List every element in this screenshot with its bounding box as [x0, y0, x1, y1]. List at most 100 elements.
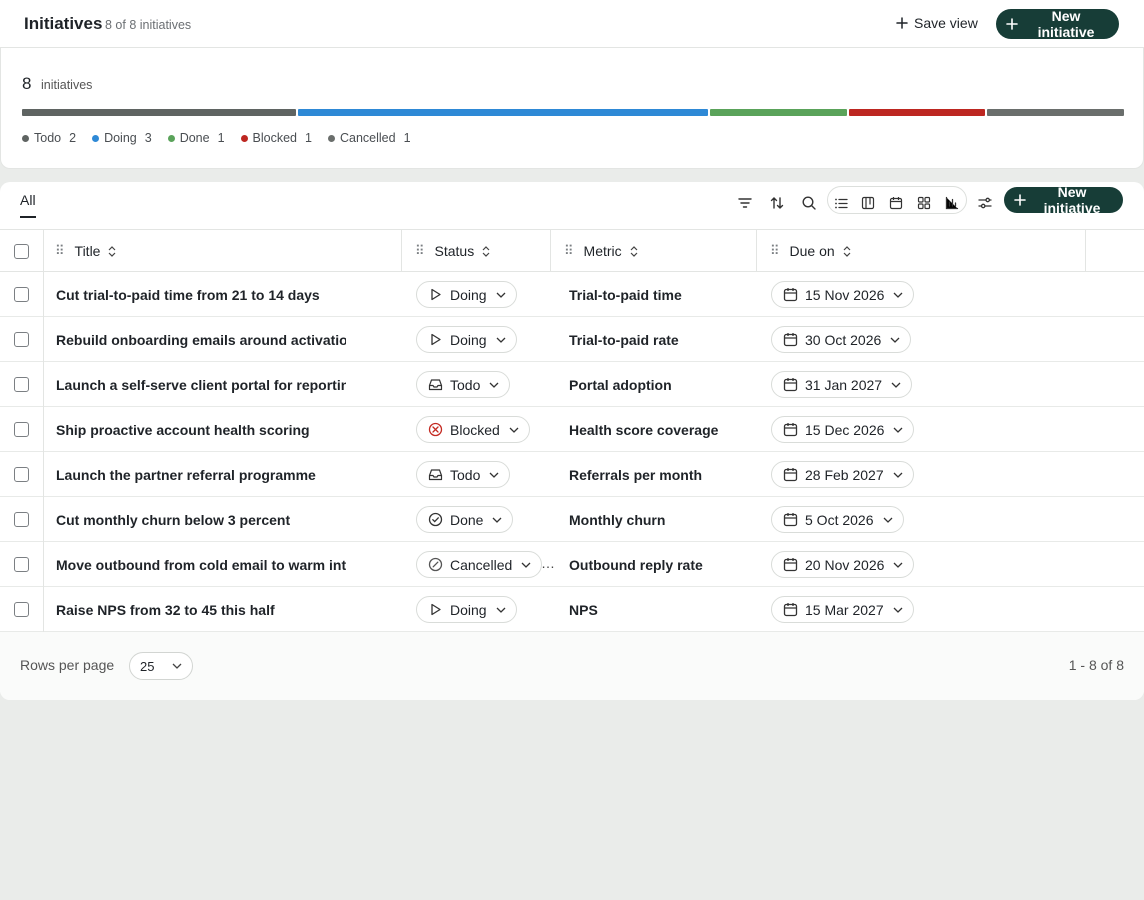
- legend-label: Doing: [104, 131, 137, 145]
- sort-toggle-icon[interactable]: [630, 245, 638, 257]
- row-checkbox[interactable]: [14, 602, 29, 617]
- chevron-down-icon: [172, 663, 182, 669]
- status-dropdown[interactable]: Doing: [416, 596, 517, 623]
- initiative-title[interactable]: Rebuild onboarding emails around activat…: [56, 317, 346, 362]
- row-select-cell: [0, 317, 44, 362]
- table-row[interactable]: Move outbound from cold email to warm in…: [0, 542, 1144, 587]
- status-dropdown[interactable]: Doing: [416, 281, 517, 308]
- column-header-metric[interactable]: ⠿ Metric: [551, 230, 757, 272]
- status-label: Cancelled: [450, 556, 513, 573]
- column-header-title[interactable]: ⠿ Title: [44, 230, 402, 272]
- table-row[interactable]: Cut trial-to-paid time from 21 to 14 day…: [0, 272, 1144, 317]
- plus-icon: [896, 17, 908, 29]
- search-icon[interactable]: [797, 191, 821, 215]
- status-dropdown[interactable]: Blocked: [416, 416, 530, 443]
- view-settings-icon[interactable]: [973, 191, 997, 215]
- play-icon: [428, 602, 443, 617]
- status-bar-segment-todo: [22, 109, 296, 116]
- due-date-picker[interactable]: 20 Nov 2026: [771, 551, 915, 578]
- chevron-down-icon: [891, 382, 901, 388]
- initiative-title[interactable]: Launch the partner referral programme: [56, 452, 346, 497]
- rows-per-page-value: 25: [140, 658, 155, 674]
- due-date-picker[interactable]: 30 Oct 2026: [771, 326, 912, 353]
- row-checkbox[interactable]: [14, 467, 29, 482]
- play-icon: [428, 287, 443, 302]
- initiative-title[interactable]: Raise NPS from 32 to 45 this half: [56, 587, 346, 632]
- rows-per-page-label: Rows per page: [20, 657, 115, 673]
- row-checkbox[interactable]: [14, 287, 29, 302]
- new-initiative-button-secondary[interactable]: New initiative: [1004, 184, 1123, 216]
- drag-handle-icon[interactable]: ⠿: [770, 243, 779, 259]
- calendar-icon: [783, 422, 798, 437]
- initiative-title[interactable]: Launch a self-serve client portal for re…: [56, 362, 346, 407]
- due-date-picker[interactable]: 15 Nov 2026: [771, 281, 915, 308]
- select-all-checkbox[interactable]: [14, 243, 29, 259]
- chart-view-icon[interactable]: [940, 191, 964, 215]
- status-dropdown[interactable]: Todo: [416, 461, 511, 488]
- legend-item-todo: Todo 2: [22, 131, 76, 145]
- status-label: Todo: [450, 376, 481, 393]
- table-row[interactable]: Raise NPS from 32 to 45 this half Doing NP…: [0, 587, 1144, 632]
- row-checkbox[interactable]: [14, 332, 29, 347]
- table-row[interactable]: Launch a self-serve client portal for re…: [0, 362, 1144, 407]
- status-dropdown[interactable]: Cancelled: [416, 551, 543, 578]
- tab-all[interactable]: All: [20, 192, 36, 218]
- calendar-icon: [783, 377, 798, 392]
- sort-toggle-icon[interactable]: [843, 245, 851, 257]
- sort-toggle-icon[interactable]: [482, 245, 490, 257]
- sort-icon[interactable]: [765, 191, 789, 215]
- legend-count: 3: [144, 131, 152, 145]
- chevron-down-icon: [521, 562, 531, 568]
- row-checkbox[interactable]: [14, 512, 29, 527]
- legend-dot-icon: [167, 134, 175, 142]
- filter-icon[interactable]: [733, 191, 757, 215]
- status-dropdown[interactable]: Done: [416, 506, 514, 533]
- row-select-cell: [0, 407, 44, 452]
- kanban-view-icon[interactable]: [856, 191, 880, 215]
- row-select-cell: [0, 542, 44, 587]
- table-header: ⠿ Title ⠿ Status ⠿ Metric ⠿ Due on: [0, 230, 1144, 272]
- table-row[interactable]: Rebuild onboarding emails around activat…: [0, 317, 1144, 362]
- check-circle-icon: [428, 512, 443, 527]
- initiative-title[interactable]: Cut trial-to-paid time from 21 to 14 day…: [56, 272, 346, 317]
- initiative-title[interactable]: Cut monthly churn below 3 percent: [56, 497, 346, 542]
- initiative-title[interactable]: Ship proactive account health scoring: [56, 407, 346, 452]
- table-row[interactable]: Ship proactive account health scoring Blo…: [0, 407, 1144, 452]
- row-checkbox[interactable]: [14, 557, 29, 572]
- due-date-picker[interactable]: 15 Mar 2027: [771, 596, 914, 623]
- table-row[interactable]: Cut monthly churn below 3 percent Done Mon…: [0, 497, 1144, 542]
- row-select-cell: [0, 272, 44, 317]
- metric-value: Health score coverage: [569, 421, 719, 438]
- due-date-picker[interactable]: 15 Dec 2026: [771, 416, 915, 443]
- due-date-picker[interactable]: 28 Feb 2027: [771, 461, 914, 488]
- save-view-button[interactable]: Save view: [886, 6, 988, 40]
- legend-label: Todo: [34, 131, 62, 145]
- row-checkbox[interactable]: [14, 377, 29, 392]
- rows-per-page-select[interactable]: 25: [129, 652, 193, 680]
- truncation-ellipsis-icon: …: [541, 555, 555, 571]
- due-date-picker[interactable]: 5 Oct 2026: [771, 506, 904, 533]
- table-row[interactable]: Launch the partner referral programme Tod…: [0, 452, 1144, 497]
- drag-handle-icon[interactable]: ⠿: [415, 243, 424, 259]
- column-header-status[interactable]: ⠿ Status: [402, 230, 551, 272]
- status-dropdown[interactable]: Todo: [416, 371, 511, 398]
- calendar-view-icon[interactable]: [884, 191, 908, 215]
- calendar-icon: [783, 512, 798, 527]
- play-icon: [428, 332, 443, 347]
- row-checkbox[interactable]: [14, 422, 29, 437]
- metric-value: Outbound reply rate: [569, 556, 703, 573]
- chevron-down-icon: [890, 337, 900, 343]
- new-initiative-button[interactable]: New initiative: [996, 8, 1119, 40]
- sort-toggle-icon[interactable]: [108, 245, 116, 257]
- due-date-picker[interactable]: 31 Jan 2027: [771, 371, 913, 398]
- column-header-due-on[interactable]: ⠿ Due on: [757, 230, 1086, 272]
- list-view-icon[interactable]: [829, 191, 853, 215]
- status-dropdown[interactable]: Doing: [416, 326, 517, 353]
- initiative-title[interactable]: Move outbound from cold email to warm in…: [56, 542, 346, 587]
- legend-count: 1: [217, 131, 225, 145]
- drag-handle-icon[interactable]: ⠿: [55, 243, 64, 259]
- drag-handle-icon[interactable]: ⠿: [564, 243, 573, 259]
- gallery-view-icon[interactable]: [912, 191, 936, 215]
- cancelled-icon: [428, 557, 443, 572]
- status-summary: 8 initiatives Todo 2 Doing 3 Done 1 Blocked 1 Ca…: [0, 48, 1144, 169]
